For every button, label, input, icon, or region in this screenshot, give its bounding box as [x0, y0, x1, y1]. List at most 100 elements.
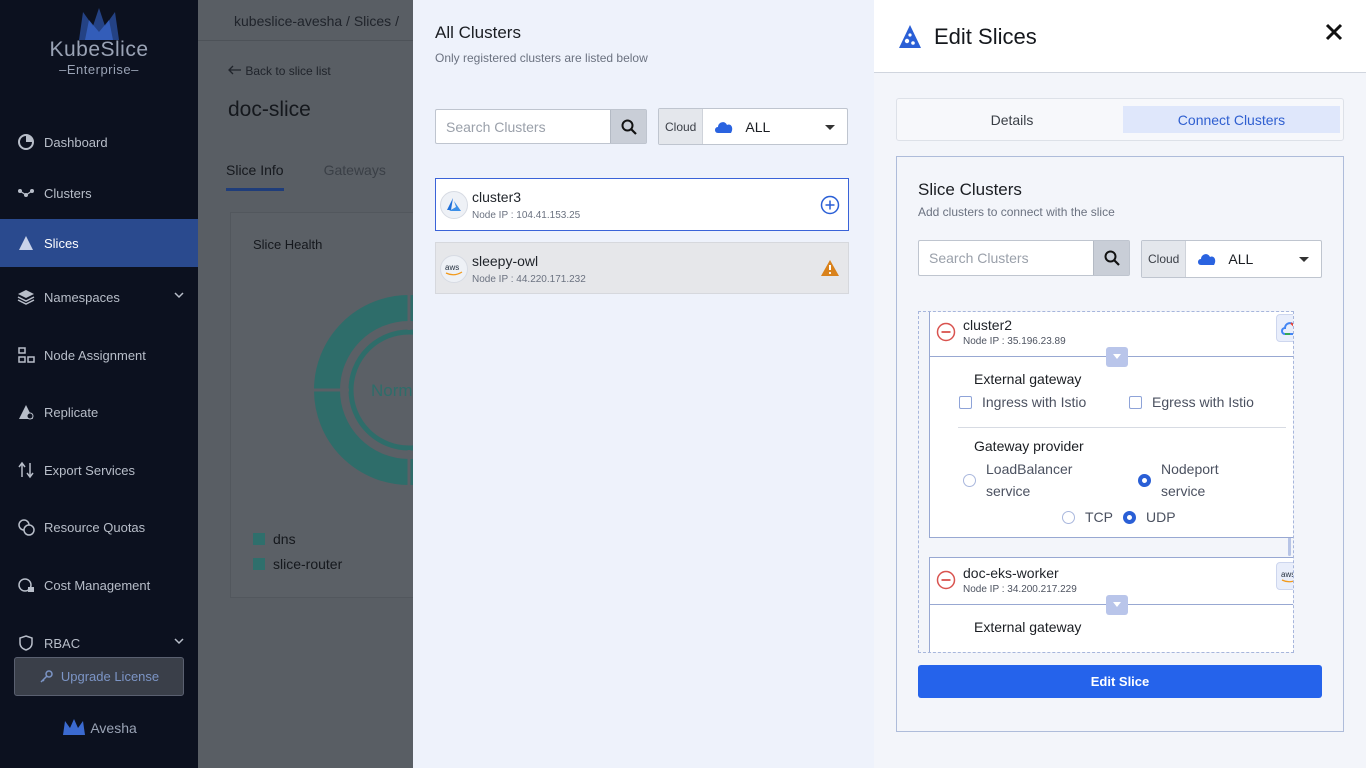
- edit-slices-drawer: Edit Slices Details Connect Clusters Sli…: [874, 0, 1366, 768]
- cluster-card[interactable]: aws sleepy-owl Node IP : 44.220.171.232: [435, 242, 849, 294]
- sidebar-item-clusters[interactable]: Clusters: [0, 169, 198, 217]
- brand-subtitle: –Enterprise–: [59, 62, 139, 77]
- nodeport-radio[interactable]: Nodeport service: [1138, 458, 1248, 502]
- layers-icon: [16, 287, 36, 307]
- sidebar-item-label: Replicate: [44, 404, 99, 420]
- gcp-icon: [1276, 314, 1293, 342]
- chevron-down-icon: [1113, 354, 1121, 359]
- svg-text:aws: aws: [445, 263, 459, 272]
- radio[interactable]: [1123, 510, 1136, 524]
- cost-icon: [16, 575, 36, 595]
- sidebar: KubeSlice –Enterprise– Dashboard Cluster…: [0, 0, 198, 768]
- sidebar-item-export-services[interactable]: Export Services: [0, 446, 198, 494]
- tab-details[interactable]: Details: [901, 106, 1123, 133]
- tab-slice-info[interactable]: Slice Info: [226, 162, 284, 191]
- kubeslice-logo[interactable]: KubeSlice –Enterprise–: [0, 6, 198, 77]
- tab-connect-clusters[interactable]: Connect Clusters: [1123, 106, 1340, 133]
- shield-icon: [16, 633, 36, 653]
- remove-icon[interactable]: [936, 570, 956, 590]
- cloud-value: ALL: [713, 119, 770, 135]
- add-icon[interactable]: [820, 195, 840, 215]
- arrow-left-icon: [228, 65, 241, 75]
- expand-toggle[interactable]: [1106, 595, 1128, 615]
- slice-clusters-title: Slice Clusters: [918, 180, 1022, 199]
- slice-icon: [16, 233, 36, 253]
- cluster-ip: Node IP : 34.200.217.229: [963, 584, 1077, 595]
- sidebar-item-label: Namespaces: [44, 289, 120, 305]
- all-clusters-panel: All Clusters Only registered clusters ar…: [413, 0, 874, 768]
- radio[interactable]: [963, 473, 976, 487]
- egress-checkbox[interactable]: Egress with Istio: [1129, 394, 1254, 410]
- radio[interactable]: [1138, 473, 1151, 487]
- avesha-logo: Avesha: [0, 718, 198, 736]
- loadbalancer-radio[interactable]: LoadBalancer service: [963, 458, 1103, 502]
- checkbox[interactable]: [1129, 395, 1142, 409]
- breadcrumb[interactable]: kubeslice-avesha / Slices /: [234, 13, 399, 29]
- legend-item: slice-router: [253, 556, 342, 572]
- chevron-down-icon: [825, 124, 835, 130]
- cluster-card[interactable]: cluster3 Node IP : 104.41.153.25: [435, 178, 849, 231]
- cloud-filter-select[interactable]: Cloud ALL: [1141, 240, 1322, 278]
- donut-label: Norm: [371, 381, 413, 400]
- main-content: kubeslice-avesha / Slices / Back to slic…: [198, 0, 413, 768]
- pie-icon: [16, 132, 36, 152]
- search-button[interactable]: [610, 110, 646, 143]
- cloud-filter-select[interactable]: Cloud ALL: [658, 108, 848, 145]
- crown-icon: [63, 719, 86, 735]
- selected-cluster-card: doc-eks-worker Node IP : 34.200.217.229 …: [929, 557, 1293, 652]
- chevron-down-icon: [1113, 602, 1121, 607]
- sidebar-item-resource-quotas[interactable]: Resource Quotas: [0, 503, 198, 551]
- slice-icon: [899, 25, 921, 48]
- selected-cluster-header: doc-eks-worker Node IP : 34.200.217.229 …: [930, 558, 1293, 615]
- sidebar-item-label: RBAC: [44, 635, 81, 651]
- divider: [198, 40, 413, 41]
- external-gateway-label: External gateway: [974, 371, 1082, 387]
- edit-slice-button[interactable]: Edit Slice: [918, 665, 1322, 698]
- sidebar-item-dashboard[interactable]: Dashboard: [0, 118, 198, 166]
- udp-radio[interactable]: UDP: [1123, 506, 1176, 528]
- slice-clusters-card: Slice Clusters Add clusters to connect w…: [896, 156, 1344, 732]
- divider: [958, 427, 1286, 428]
- selected-cluster-header: cluster2 Node IP : 35.196.23.89: [930, 312, 1293, 367]
- cluster-name: sleepy-owl: [472, 253, 539, 269]
- sidebar-item-slices[interactable]: Slices: [0, 219, 198, 267]
- cloud-icon: [715, 121, 733, 133]
- slice-clusters-subtitle: Add clusters to connect with the slice: [918, 205, 1115, 219]
- radio[interactable]: [1062, 510, 1075, 524]
- all-clusters-subtitle: Only registered clusters are listed belo…: [435, 51, 648, 65]
- back-to-slice-list-link[interactable]: Back to slice list: [228, 64, 331, 78]
- all-clusters-title: All Clusters: [435, 23, 521, 42]
- sidebar-item-cost-management[interactable]: Cost Management: [0, 561, 198, 609]
- arrows-icon: [16, 460, 36, 480]
- ingress-checkbox[interactable]: Ingress with Istio: [959, 394, 1086, 410]
- tab-gateways[interactable]: Gateways: [324, 162, 386, 191]
- close-icon[interactable]: [1324, 22, 1344, 42]
- page-title: doc-slice: [228, 98, 311, 121]
- search-button[interactable]: [1093, 241, 1129, 275]
- aws-icon: aws: [440, 255, 468, 283]
- slice-health-card: Slice Health Norm dns slice-router: [230, 212, 413, 598]
- gateway-provider-label: Gateway provider: [974, 438, 1084, 454]
- cluster-ip: Node IP : 35.196.23.89: [963, 336, 1066, 347]
- warning-icon: [821, 260, 839, 276]
- slice-cluster-search: [918, 240, 1130, 276]
- expand-toggle[interactable]: [1106, 347, 1128, 367]
- cloud-value: ALL: [1196, 251, 1253, 267]
- upgrade-license-button[interactable]: Upgrade License: [14, 657, 184, 696]
- crown-icon: [79, 8, 119, 40]
- external-gateway-label: External gateway: [974, 619, 1082, 635]
- chevron-down-icon: [174, 638, 184, 645]
- remove-icon[interactable]: [936, 322, 956, 342]
- drawer-header: Edit Slices: [874, 0, 1366, 73]
- search-input[interactable]: [436, 110, 610, 143]
- health-donut-chart: Norm: [314, 295, 413, 485]
- sidebar-item-label: Clusters: [44, 185, 92, 201]
- checkbox[interactable]: [959, 395, 972, 409]
- tcp-radio[interactable]: TCP: [1062, 506, 1113, 528]
- legend-item: dns: [253, 531, 296, 547]
- sidebar-item-node-assignment[interactable]: Node Assignment: [0, 331, 198, 379]
- sidebar-item-namespaces[interactable]: Namespaces: [0, 273, 198, 321]
- drawer-title: Edit Slices: [934, 24, 1037, 49]
- sidebar-item-replicate[interactable]: Replicate: [0, 388, 198, 436]
- search-input[interactable]: [919, 241, 1093, 275]
